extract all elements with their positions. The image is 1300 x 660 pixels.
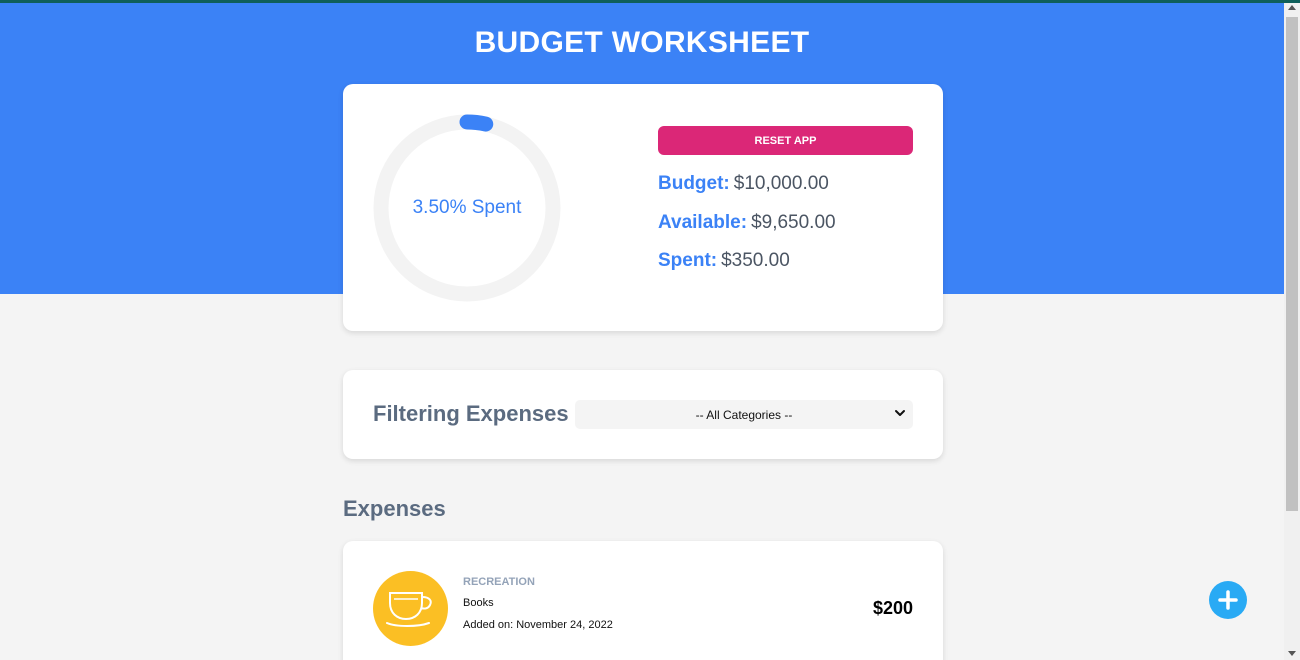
available-label: Available: [658, 212, 748, 233]
spent-stat: Spent: $350.00 [658, 250, 790, 272]
expenses-section-title: Expenses [343, 496, 446, 521]
scrollbar-thumb[interactable] [1286, 17, 1298, 511]
chevron-down-icon [895, 410, 905, 416]
filter-selected-value: -- All Categories -- [695, 407, 793, 422]
spent-label: Spent: [658, 250, 718, 271]
scroll-down-arrow-icon[interactable] [1288, 651, 1296, 656]
scroll-up-arrow-icon[interactable] [1288, 5, 1296, 10]
category-filter-select[interactable]: -- All Categories -- [575, 400, 913, 429]
plus-icon [1218, 590, 1238, 610]
budget-progress-ring: 3.50% Spent [373, 114, 561, 302]
budget-value: $10,000.00 [733, 173, 829, 194]
coffee-cup-icon [386, 592, 432, 627]
available-stat: Available: $9,650.00 [658, 212, 836, 234]
filter-card: Filtering Expenses -- All Categories -- [343, 370, 943, 459]
budget-stat: Budget: $10,000.00 [658, 173, 829, 195]
progress-percent-text: 3.50% Spent [412, 197, 522, 218]
expense-category-icon [373, 571, 448, 646]
add-expense-button[interactable] [1209, 581, 1247, 619]
expense-item[interactable]: RECREATION Books Added on: November 24, … [343, 541, 943, 660]
expense-name: Books [463, 597, 494, 609]
budget-label: Budget: [658, 173, 730, 194]
expense-date: Added on: November 24, 2022 [463, 619, 613, 631]
reset-app-button[interactable]: RESET APP [658, 126, 913, 155]
filter-label: Filtering Expenses [373, 401, 569, 426]
expense-category: RECREATION [463, 576, 535, 588]
expense-amount: $200 [872, 598, 913, 618]
available-value: $9,650.00 [751, 212, 836, 233]
vertical-scrollbar[interactable] [1284, 3, 1300, 660]
budget-card: 3.50% Spent RESET APP Budget: $10,000.00 … [343, 84, 943, 331]
page-title: BUDGET WORKSHEET [474, 26, 810, 59]
spent-value: $350.00 [721, 250, 790, 271]
